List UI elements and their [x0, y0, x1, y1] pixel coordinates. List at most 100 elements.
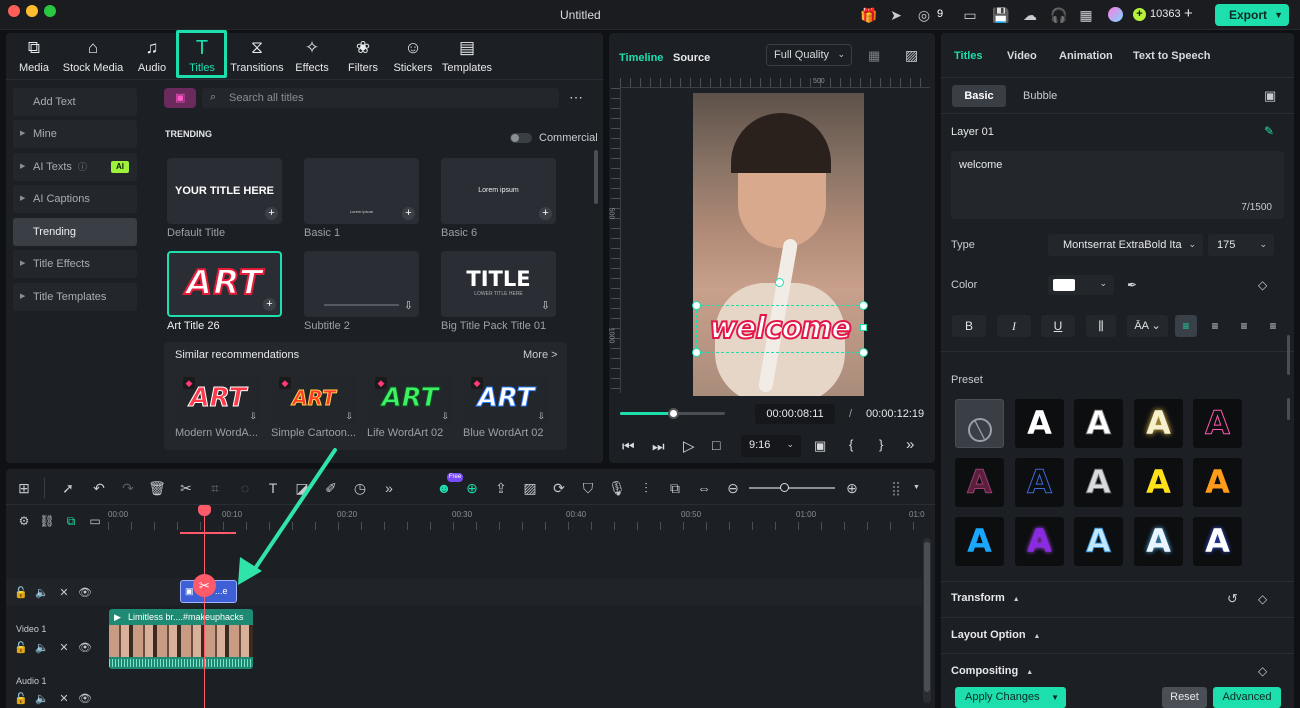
tab-audio[interactable]: ♫ Audio [132, 38, 172, 74]
stop-icon[interactable]: □ [712, 437, 720, 453]
link-icon[interactable]: ⧉ [62, 512, 80, 530]
mark-out-icon[interactable]: } [879, 437, 883, 452]
keyframe-icon[interactable]: ◇ [1258, 592, 1267, 606]
grid-view-icon[interactable]: ▦ [868, 48, 880, 64]
work-area-marker[interactable] [180, 532, 236, 534]
download-icon[interactable]: ⇩ [345, 411, 353, 422]
tab-titles-properties[interactable]: Titles [954, 50, 983, 62]
tab-transitions[interactable]: ⧖ Transitions [229, 38, 285, 74]
preset-style[interactable]: A [1193, 399, 1242, 448]
download-icon[interactable]: ⇩ [249, 411, 257, 422]
zoom-knob[interactable] [780, 483, 789, 492]
zoom-slider[interactable] [749, 483, 835, 492]
panel-scrollbar[interactable] [1287, 335, 1290, 375]
delete-icon[interactable]: 🗑 [148, 479, 166, 497]
sidebar-item-trending[interactable]: Trending [13, 218, 137, 246]
grid-menu-icon[interactable]: ⣿ [887, 479, 905, 497]
reset-button[interactable]: Reset [1162, 687, 1207, 708]
layout-icon[interactable]: ⊞ [15, 479, 33, 497]
justify-button[interactable]: ≡ [1262, 315, 1284, 337]
visibility-icon[interactable]: 👁 [76, 584, 94, 602]
subtab-basic[interactable]: Basic [952, 85, 1006, 107]
commercial-toggle[interactable] [510, 133, 532, 143]
export-button[interactable]: Export ▼ [1215, 4, 1289, 26]
more-options-icon[interactable]: ⋯ [569, 89, 583, 106]
magnet-icon[interactable]: ⊕ [463, 479, 481, 497]
scrollbar[interactable] [1287, 398, 1290, 420]
send-icon[interactable]: ➤ [888, 7, 904, 23]
spacing-button[interactable]: ⫼ [1086, 315, 1116, 337]
download-icon[interactable]: ⇩ [537, 411, 545, 422]
keyframe-icon[interactable]: ◇ [1258, 664, 1267, 678]
tab-effects[interactable]: ✧ Effects [292, 38, 332, 74]
captions-icon[interactable]: ▭ [86, 512, 104, 530]
fit-icon[interactable]: ⇔ [695, 479, 713, 497]
playhead-handle[interactable] [198, 505, 211, 516]
sidebar-item-add-text[interactable]: Add Text [13, 88, 137, 116]
preset-style[interactable]: A [1193, 458, 1242, 507]
tab-video[interactable]: Video [1007, 50, 1037, 62]
render-icon[interactable]: ⧉ [666, 479, 684, 497]
add-credits-icon[interactable]: + [1184, 5, 1193, 22]
chevron-down-icon[interactable]: ▼ [913, 484, 920, 491]
lock-icon[interactable]: 🔓 [12, 690, 30, 708]
timeline-scrollbar[interactable] [923, 538, 931, 703]
advanced-button[interactable]: Advanced [1213, 687, 1281, 708]
undo-icon[interactable]: ↶ [90, 479, 108, 497]
text-input[interactable]: welcome 7/1500 [951, 151, 1284, 219]
tab-source[interactable]: Source [673, 52, 710, 64]
notifications-icon[interactable]: ◎ [916, 7, 932, 23]
add-icon[interactable]: + [402, 207, 415, 220]
resize-handle[interactable] [860, 324, 867, 331]
add-icon[interactable]: + [263, 298, 276, 311]
align-center-button[interactable]: ≡ [1204, 315, 1226, 337]
eyedropper-icon[interactable]: ✒ [1127, 278, 1137, 292]
download-icon[interactable]: ⇩ [539, 300, 552, 313]
preset-style[interactable]: A [1074, 517, 1123, 566]
font-dropdown[interactable]: Montserrat ExtraBold Ita ⌄ [1048, 234, 1203, 256]
add-icon[interactable]: + [539, 207, 552, 220]
tab-animation[interactable]: Animation [1059, 50, 1113, 62]
color-picker[interactable]: ⌄ [1048, 275, 1114, 295]
compositing-section[interactable]: Compositing ▲ [951, 665, 1033, 677]
shield-icon[interactable]: ⛉ [579, 479, 597, 497]
mute-icon[interactable]: ✕ [55, 584, 73, 602]
rotate-handle[interactable] [775, 278, 784, 287]
mute-icon[interactable]: ✕ [55, 690, 73, 708]
preset-style[interactable]: A [1134, 399, 1183, 448]
timer-icon[interactable]: ◷ [351, 479, 369, 497]
text-case-dropdown[interactable]: ĀA ⌄ [1127, 315, 1168, 337]
select-tool-icon[interactable]: ➚ [59, 479, 77, 497]
title-card-subtitle-2[interactable]: ⇩ [304, 251, 419, 317]
tab-text-to-speech[interactable]: Text to Speech [1133, 50, 1210, 62]
download-icon[interactable]: ⇩ [441, 411, 449, 422]
zoom-out-icon[interactable]: ⊖ [724, 479, 742, 497]
recommendation-card[interactable]: ◆ ART ⇩ [175, 375, 261, 424]
resize-handle[interactable] [859, 348, 868, 357]
avatar[interactable] [1108, 7, 1123, 22]
tab-media[interactable]: ⧉ Media [14, 38, 54, 74]
aspect-ratio-dropdown[interactable]: 9:16 ⌄ [741, 435, 801, 457]
recommendation-card[interactable]: ◆ ART ⇩ [367, 375, 453, 424]
scrollbar[interactable] [594, 150, 598, 204]
italic-button[interactable]: I [997, 315, 1031, 337]
add-icon[interactable]: + [265, 207, 278, 220]
download-icon[interactable]: ⇩ [402, 300, 415, 313]
unlink-icon[interactable]: ⛓ [38, 512, 56, 530]
sidebar-item-title-templates[interactable]: ▶ Title Templates [13, 283, 137, 311]
font-size-dropdown[interactable]: 175 ⌄ [1208, 234, 1274, 256]
visibility-icon[interactable]: 👁 [76, 690, 94, 708]
recommendation-card[interactable]: ◆ ART ⇩ [463, 375, 549, 424]
support-icon[interactable]: 🎧 [1050, 7, 1067, 23]
crop-icon[interactable]: ⌗ [206, 479, 224, 497]
video-clip[interactable]: ▶ Limitless br....#makeuphacks [109, 609, 253, 669]
preset-style[interactable]: A [1015, 399, 1064, 448]
keyframe-icon[interactable]: ◇ [1258, 278, 1267, 292]
preset-style[interactable]: A [955, 517, 1004, 566]
sidebar-item-ai-captions[interactable]: ▶ AI Captions [13, 185, 137, 213]
export-frame-icon[interactable]: ⇪ [492, 479, 510, 497]
volume-icon[interactable]: 🔈 [33, 639, 51, 657]
volume-icon[interactable]: 🔈 [33, 584, 51, 602]
volume-icon[interactable]: 🔈 [33, 690, 51, 708]
sidebar-item-title-effects[interactable]: ▶ Title Effects [13, 250, 137, 278]
